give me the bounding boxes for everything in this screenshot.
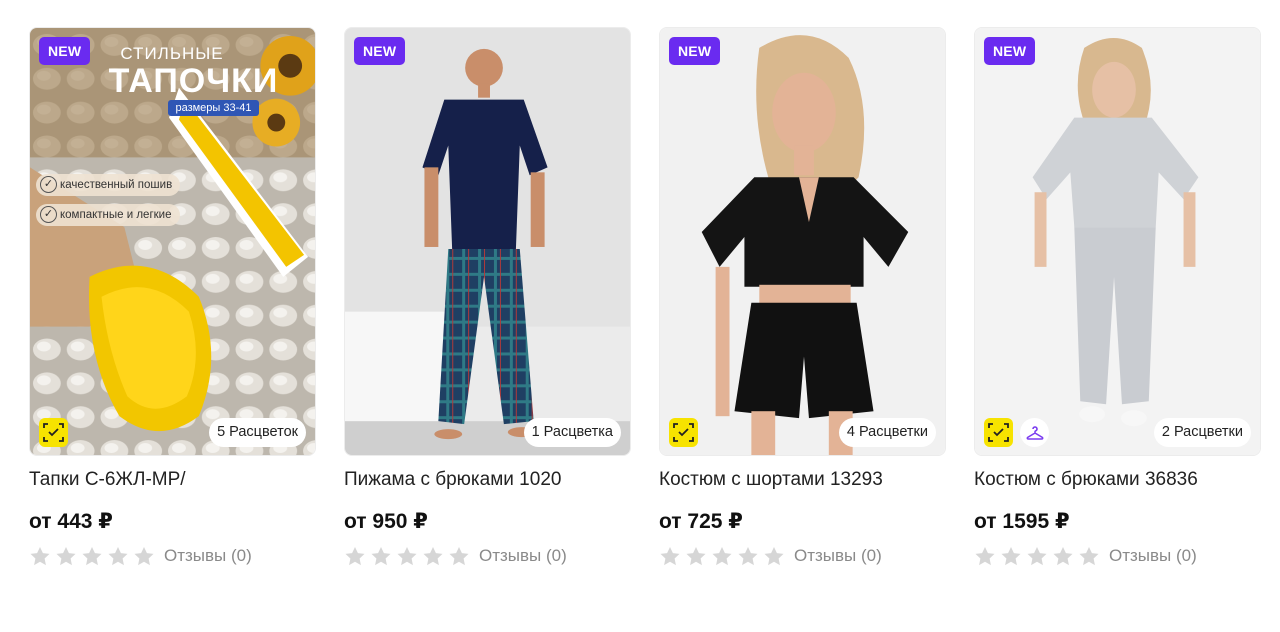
star-icon [660, 547, 680, 566]
star-icon [449, 547, 469, 566]
product-price: от 443 ₽ [29, 510, 113, 533]
star-icon [975, 547, 995, 566]
star-icon [82, 547, 102, 566]
star-icon [345, 547, 365, 566]
rating: Отзывы (0) [659, 544, 882, 568]
reviews-link[interactable]: Отзывы (0) [479, 546, 567, 566]
shorts-suit-photo [660, 28, 945, 455]
product-image[interactable]: NEW 1 Расцветка [344, 27, 631, 456]
reviews-link[interactable]: Отзывы (0) [164, 546, 252, 566]
star-rating [659, 545, 785, 567]
reviews-link[interactable]: Отзывы (0) [1109, 546, 1197, 566]
star-icon [738, 547, 758, 566]
star-icon [30, 547, 50, 566]
product-price: от 725 ₽ [659, 510, 743, 533]
star-rating [29, 545, 155, 567]
feature-text: качественный пошив [60, 179, 173, 191]
star-icon [1053, 547, 1073, 566]
feature-text: компактные и легкие [60, 209, 172, 221]
star-icon [1079, 547, 1099, 566]
star-icon [686, 547, 706, 566]
product-title[interactable]: Пижама с брюками 1020 [344, 469, 561, 491]
product-card[interactable]: NEW 1 Расцветка Пижама с брюками 1020 от… [344, 27, 631, 566]
hanger-icon[interactable] [1020, 418, 1049, 447]
size-fit-icon[interactable] [39, 418, 68, 447]
pants-suit-photo [975, 28, 1260, 455]
star-icon [1027, 547, 1047, 566]
size-fit-icon[interactable] [669, 418, 698, 447]
banner-sizes: размеры 33-41 [168, 100, 259, 116]
star-icon [56, 547, 76, 566]
product-title[interactable]: Тапки С-6ЖЛ-МР/ [29, 469, 186, 491]
new-badge: NEW [984, 37, 1036, 65]
product-card[interactable]: NEW 2 Расцветки Костюм с брюками 36836 о… [974, 27, 1261, 566]
reviews-link[interactable]: Отзывы (0) [794, 546, 882, 566]
rating: Отзывы (0) [344, 544, 567, 568]
check-icon: ✓ [40, 206, 57, 223]
check-icon: ✓ [40, 176, 57, 193]
colors-count[interactable]: 1 Расцветка [523, 418, 621, 447]
product-title[interactable]: Костюм с брюками 36836 [974, 469, 1198, 491]
size-fit-icon[interactable] [984, 418, 1013, 447]
feature-tag: ✓ качественный пошив [36, 174, 181, 196]
star-icon [1001, 547, 1021, 566]
product-card[interactable]: СТИЛЬНЫЕ ТАПОЧКИ размеры 33-41 ✓ качеств… [29, 27, 316, 566]
rating: Отзывы (0) [29, 544, 252, 568]
star-icon [397, 547, 417, 566]
product-card[interactable]: NEW 4 Расцветки Костюм с шортами 13293 о… [659, 27, 946, 566]
product-price: от 950 ₽ [344, 510, 428, 533]
rating: Отзывы (0) [974, 544, 1197, 568]
product-grid: СТИЛЬНЫЕ ТАПОЧКИ размеры 33-41 ✓ качеств… [29, 27, 1261, 587]
feature-tag: ✓ компактные и легкие [36, 204, 180, 226]
star-rating [974, 545, 1100, 567]
star-rating [344, 545, 470, 567]
star-icon [712, 547, 732, 566]
banner-line-2: ТАПОЧКИ [108, 62, 279, 100]
product-title[interactable]: Костюм с шортами 13293 [659, 469, 883, 491]
colors-count[interactable]: 2 Расцветки [1153, 418, 1251, 447]
star-icon [423, 547, 443, 566]
new-badge: NEW [39, 37, 91, 65]
new-badge: NEW [354, 37, 406, 65]
star-icon [134, 547, 154, 566]
new-badge: NEW [669, 37, 721, 65]
star-icon [764, 547, 784, 566]
star-icon [108, 547, 128, 566]
colors-count[interactable]: 5 Расцветок [209, 418, 306, 447]
product-image[interactable]: NEW 2 Расцветки [974, 27, 1261, 456]
pajamas-photo [345, 28, 630, 455]
colors-count[interactable]: 4 Расцветки [838, 418, 936, 447]
star-icon [371, 547, 391, 566]
product-image[interactable]: NEW 4 Расцветки [659, 27, 946, 456]
product-price: от 1595 ₽ [974, 510, 1070, 533]
product-image[interactable]: СТИЛЬНЫЕ ТАПОЧКИ размеры 33-41 ✓ качеств… [29, 27, 316, 456]
